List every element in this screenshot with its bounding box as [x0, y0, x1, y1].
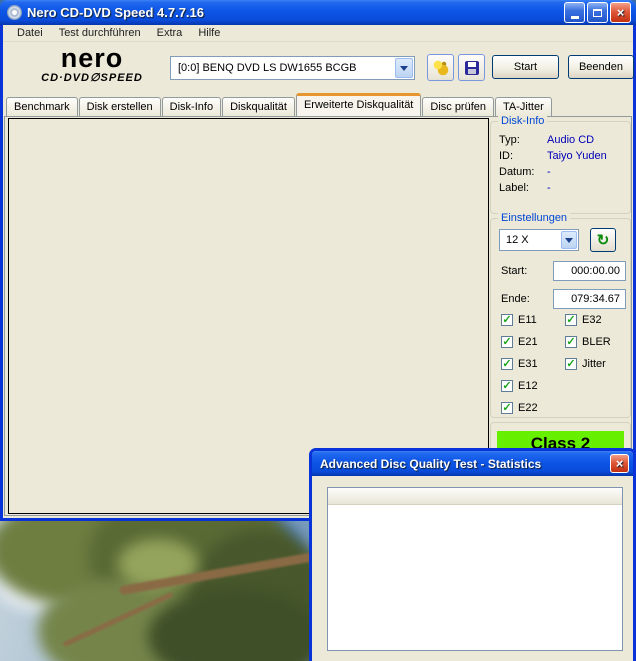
checks-right: ✓ E32 ✓ BLER ✓ Jitter — [565, 309, 611, 375]
checkbox-e12[interactable]: ✓ E12 — [501, 375, 538, 397]
drive-select-dropdown-button[interactable] — [395, 58, 413, 78]
quit-button[interactable]: Beenden — [568, 55, 634, 79]
nero-logo: nero CD·DVD∅SPEED — [17, 45, 167, 84]
stats-table-body — [328, 505, 622, 507]
desktop-wallpaper — [0, 521, 309, 661]
chevron-down-icon — [400, 66, 408, 71]
drive-select-value: [0:0] BENQ DVD LS DW1655 BCGB — [178, 62, 357, 74]
disk-info-value: Audio CD — [547, 134, 594, 146]
drive-select[interactable]: [0:0] BENQ DVD LS DW1655 BCGB — [170, 56, 415, 80]
checkbox-label: E31 — [518, 358, 538, 370]
menu-item-test-durchf-hren[interactable]: Test durchführen — [51, 26, 149, 40]
tab-disc-pr-fen[interactable]: Disc prüfen — [422, 97, 494, 116]
checkbox-checked-icon: ✓ — [565, 314, 577, 326]
tab-disk-erstellen[interactable]: Disk erstellen — [79, 97, 161, 116]
checkbox-checked-icon: ✓ — [501, 314, 513, 326]
disk-info-row: Datum:- — [491, 164, 630, 180]
app-cd-icon — [7, 5, 22, 20]
checkbox-e22[interactable]: ✓ E22 — [501, 397, 538, 419]
menu-item-extra[interactable]: Extra — [149, 26, 191, 40]
start-button[interactable]: Start — [492, 55, 559, 79]
refresh-button[interactable]: ↻ — [590, 228, 616, 252]
maximize-button[interactable] — [587, 2, 608, 23]
disk-info-title: Disk-Info — [498, 115, 547, 127]
close-button[interactable]: × — [610, 2, 631, 23]
minimize-button[interactable] — [564, 2, 585, 23]
cdspeed-logo-text: CD·DVD∅SPEED — [17, 71, 167, 84]
eject-disc-button[interactable] — [427, 54, 454, 81]
stats-dialog-titlebar[interactable]: Advanced Disc Quality Test - Statistics … — [312, 451, 633, 476]
checkbox-label: BLER — [582, 336, 611, 348]
save-button[interactable] — [458, 54, 485, 81]
tab-diskqualit-t[interactable]: Diskqualität — [222, 97, 295, 116]
checks-left: ✓ E11 ✓ E21 ✓ E31 ✓ E12 ✓ E22 — [501, 309, 538, 419]
disk-info-row: Typ:Audio CD — [491, 132, 630, 148]
checkbox-checked-icon: ✓ — [501, 336, 513, 348]
checkbox-label: E32 — [582, 314, 602, 326]
checkbox-e31[interactable]: ✓ E31 — [501, 353, 538, 375]
checkbox-e32[interactable]: ✓ E32 — [565, 309, 611, 331]
checkbox-checked-icon: ✓ — [501, 380, 513, 392]
menu-item-datei[interactable]: Datei — [9, 26, 51, 40]
disk-info-label: Label: — [499, 182, 547, 194]
stats-table — [327, 487, 623, 651]
tab-strip: BenchmarkDisk erstellenDisk-InfoDiskqual… — [6, 93, 630, 116]
menu-bar: DateiTest durchführenExtraHilfe — [3, 25, 633, 42]
end-time-field[interactable]: 079:34.67 — [553, 289, 626, 309]
disk-info-label: Datum: — [499, 166, 547, 178]
speed-select-value: 12 X — [506, 234, 529, 246]
disk-info-row: ID:Taiyo Yuden — [491, 148, 630, 164]
window-title: Nero CD-DVD Speed 4.7.7.16 — [27, 5, 204, 20]
save-icon — [465, 61, 479, 75]
disk-info-label: Typ: — [499, 134, 547, 146]
speed-select[interactable]: 12 X — [499, 229, 579, 251]
stats-dialog-close-button[interactable]: × — [610, 454, 629, 473]
settings-title: Einstellungen — [498, 212, 570, 224]
chevron-down-icon — [565, 238, 573, 243]
disk-info-row: Label:- — [491, 180, 630, 196]
tab-ta-jitter[interactable]: TA-Jitter — [495, 97, 552, 116]
disk-info-rows: Typ:Audio CDID:Taiyo YudenDatum:-Label:- — [491, 132, 630, 196]
checkbox-checked-icon: ✓ — [501, 402, 513, 414]
disk-info-value: - — [547, 182, 551, 194]
checkbox-e11[interactable]: ✓ E11 — [501, 309, 538, 331]
stats-dialog: Advanced Disc Quality Test - Statistics … — [309, 448, 636, 661]
tab-erweiterte-diskqualit-t[interactable]: Erweiterte Diskqualität — [296, 93, 421, 116]
stats-table-header — [328, 488, 622, 505]
checkbox-label: E22 — [518, 402, 538, 414]
checkbox-e21[interactable]: ✓ E21 — [501, 331, 538, 353]
eject-disc-icon — [433, 60, 449, 76]
checkbox-checked-icon: ✓ — [501, 358, 513, 370]
disk-info-value: Taiyo Yuden — [547, 150, 607, 162]
tab-disk-info[interactable]: Disk-Info — [162, 97, 221, 116]
toolbar: nero CD·DVD∅SPEED [0:0] BENQ DVD LS DW16… — [3, 42, 633, 93]
refresh-icon: ↻ — [597, 231, 610, 249]
checkbox-label: E21 — [518, 336, 538, 348]
checkbox-checked-icon: ✓ — [565, 336, 577, 348]
start-time-label: Start: — [501, 265, 527, 277]
checkbox-label: Jitter — [582, 358, 606, 370]
start-time-field[interactable]: 000:00.00 — [553, 261, 626, 281]
checkbox-bler[interactable]: ✓ BLER — [565, 331, 611, 353]
tab-benchmark[interactable]: Benchmark — [6, 97, 78, 116]
checkbox-label: E11 — [518, 314, 537, 326]
main-window-titlebar[interactable]: Nero CD-DVD Speed 4.7.7.16 × — [0, 0, 636, 25]
menu-item-hilfe[interactable]: Hilfe — [190, 26, 228, 40]
checkbox-checked-icon: ✓ — [565, 358, 577, 370]
disk-info-label: ID: — [499, 150, 547, 162]
stats-dialog-title: Advanced Disc Quality Test - Statistics — [320, 457, 541, 471]
speed-select-dropdown-button[interactable] — [561, 231, 577, 249]
settings-group: Einstellungen 12 X ↻ Start: 000:00.00 En… — [490, 218, 631, 418]
disk-info-group: Disk-Info Typ:Audio CDID:Taiyo YudenDatu… — [490, 121, 631, 214]
disk-info-value: - — [547, 166, 551, 178]
nero-logo-text: nero — [17, 45, 167, 71]
checkbox-jitter[interactable]: ✓ Jitter — [565, 353, 611, 375]
main-window-body: DateiTest durchführenExtraHilfe nero CD·… — [0, 25, 636, 521]
end-time-label: Ende: — [501, 293, 530, 305]
checkbox-label: E12 — [518, 380, 538, 392]
